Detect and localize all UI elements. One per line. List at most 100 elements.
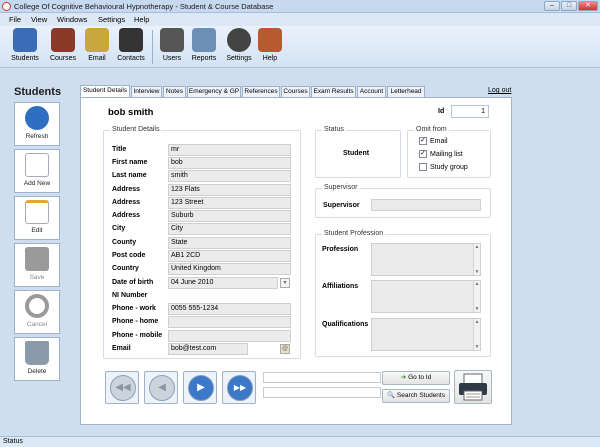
- printer-icon: [459, 373, 487, 401]
- refresh-icon: [25, 106, 49, 130]
- toolbar-students-button[interactable]: Students: [8, 28, 42, 66]
- student-details-title: Student Details: [110, 126, 162, 133]
- delete-button[interactable]: Delete: [14, 337, 60, 381]
- cancel-button[interactable]: Cancel: [14, 290, 60, 334]
- goto-id-input[interactable]: [263, 372, 381, 383]
- first-record-button[interactable]: ◀◀: [105, 371, 139, 404]
- scroll-up-icon[interactable]: ▲: [474, 319, 480, 325]
- next-record-button[interactable]: ▶: [183, 371, 217, 404]
- title-field[interactable]: mr: [168, 144, 291, 156]
- toolbar-contacts-button[interactable]: Contacts: [114, 28, 148, 66]
- print-button[interactable]: [454, 370, 492, 404]
- minimize-button[interactable]: –: [544, 1, 560, 11]
- profession-scrollbar[interactable]: ▲ ▼: [473, 244, 480, 275]
- scroll-down-icon[interactable]: ▼: [474, 344, 480, 350]
- toolbar-label: Reports: [191, 55, 217, 62]
- toolbar-label: Users: [162, 55, 182, 62]
- edit-button[interactable]: Edit: [14, 196, 60, 240]
- checkbox-checked-icon[interactable]: ✓: [419, 150, 427, 158]
- checkbox-unchecked-icon[interactable]: [419, 163, 427, 171]
- profession-field[interactable]: ▲ ▼: [371, 243, 481, 276]
- omit-email-checkbox[interactable]: ✓ Email: [419, 137, 448, 145]
- toolbar-settings-button[interactable]: Settings: [222, 28, 256, 66]
- field-label: NI Number: [112, 292, 148, 299]
- checkbox-checked-icon[interactable]: ✓: [419, 137, 427, 145]
- goto-id-button[interactable]: ➜ Go to Id: [382, 371, 450, 385]
- phone-home-field[interactable]: [168, 316, 291, 328]
- toolbar-reports-button[interactable]: Reports: [187, 28, 221, 66]
- phone-mobile-field[interactable]: [168, 330, 291, 342]
- goto-id-label: Go to Id: [408, 374, 432, 381]
- omit-email-label: Email: [430, 137, 448, 145]
- phone-work-field[interactable]: 0055 555-1234: [168, 303, 291, 315]
- logout-link[interactable]: Log out: [488, 87, 511, 94]
- first-name-field[interactable]: bob: [168, 157, 291, 169]
- refresh-button[interactable]: Refresh: [14, 102, 60, 146]
- send-email-icon[interactable]: @: [280, 344, 290, 354]
- omit-mailing-list-checkbox[interactable]: ✓ Mailing list: [419, 150, 463, 158]
- status-bar: Status: [0, 436, 600, 447]
- supervisor-field[interactable]: [371, 199, 481, 211]
- toolbar-users-button[interactable]: Users: [155, 28, 189, 66]
- last-record-icon: ▶▶: [227, 375, 253, 401]
- tab-interview[interactable]: Interview: [131, 86, 162, 97]
- tab-letterhead[interactable]: Letterhead: [387, 86, 425, 97]
- toolbar: Students Courses Email Contacts Users Re…: [0, 26, 600, 68]
- address-1-field[interactable]: 123 Flats: [168, 184, 291, 196]
- menu-file[interactable]: File: [9, 15, 21, 24]
- tab-notes[interactable]: Notes: [163, 86, 186, 97]
- qualifications-field[interactable]: ▲ ▼: [371, 318, 481, 351]
- toolbar-email-button[interactable]: Email: [80, 28, 114, 66]
- date-dropdown-icon[interactable]: ▾: [280, 278, 290, 288]
- scroll-up-icon[interactable]: ▲: [474, 244, 480, 250]
- close-button[interactable]: ✕: [578, 1, 598, 11]
- toolbar-help-button[interactable]: Help: [253, 28, 287, 66]
- tab-emergency-gp[interactable]: Emergency & GP: [187, 86, 241, 97]
- previous-record-button[interactable]: ◀: [144, 371, 178, 404]
- toolbar-label: Courses: [49, 55, 77, 62]
- menu-help[interactable]: Help: [134, 15, 149, 24]
- city-field[interactable]: City: [168, 223, 291, 235]
- county-field[interactable]: State: [168, 237, 291, 249]
- search-students-button[interactable]: 🔍 Search Students: [382, 389, 450, 403]
- menu-view[interactable]: View: [31, 15, 47, 24]
- delete-trash-icon: [25, 341, 49, 365]
- scroll-up-icon[interactable]: ▲: [474, 281, 480, 287]
- toolbar-courses-button[interactable]: Courses: [46, 28, 80, 66]
- id-field[interactable]: 1: [451, 105, 489, 118]
- email-field[interactable]: bob@test.com: [168, 343, 248, 355]
- search-students-label: Search Students: [396, 392, 445, 399]
- last-name-field[interactable]: smith: [168, 170, 291, 182]
- maximize-button[interactable]: □: [561, 1, 577, 11]
- tab-exam-results[interactable]: Exam Results: [311, 86, 356, 97]
- save-button[interactable]: Save: [14, 243, 60, 287]
- address-2-field[interactable]: 123 Street: [168, 197, 291, 209]
- field-label: Date of birth: [112, 279, 154, 286]
- date-of-birth-field[interactable]: 04 June 2010: [168, 277, 278, 289]
- tab-student-details[interactable]: Student Details: [80, 85, 130, 97]
- status-value: Student: [343, 150, 370, 157]
- menu-windows[interactable]: Windows: [57, 15, 87, 24]
- add-new-button[interactable]: Add New: [14, 149, 60, 193]
- search-input[interactable]: [263, 387, 381, 398]
- previous-record-icon: ◀: [149, 375, 175, 401]
- scroll-down-icon[interactable]: ▼: [474, 269, 480, 275]
- field-label: Address: [112, 212, 141, 219]
- tab-account[interactable]: Account: [357, 86, 386, 97]
- qualifications-scrollbar[interactable]: ▲ ▼: [473, 319, 480, 350]
- address-3-field[interactable]: Suburb: [168, 210, 291, 222]
- menu-settings[interactable]: Settings: [98, 15, 125, 24]
- field-label: Phone - mobile: [112, 332, 163, 339]
- last-record-button[interactable]: ▶▶: [222, 371, 256, 404]
- post-code-field[interactable]: AB1 2CD: [168, 250, 291, 262]
- status-bar-text: Status: [3, 438, 23, 445]
- email-envelope-icon: [85, 28, 109, 52]
- menu-bar: File View Windows Settings Help: [0, 13, 600, 26]
- affiliations-field[interactable]: ▲ ▼: [371, 280, 481, 313]
- country-field[interactable]: United Kingdom: [168, 263, 291, 275]
- omit-study-group-checkbox[interactable]: Study group: [419, 163, 468, 171]
- scroll-down-icon[interactable]: ▼: [474, 306, 480, 312]
- tab-references[interactable]: References: [242, 86, 280, 97]
- tab-courses[interactable]: Courses: [281, 86, 310, 97]
- affiliations-scrollbar[interactable]: ▲ ▼: [473, 281, 480, 312]
